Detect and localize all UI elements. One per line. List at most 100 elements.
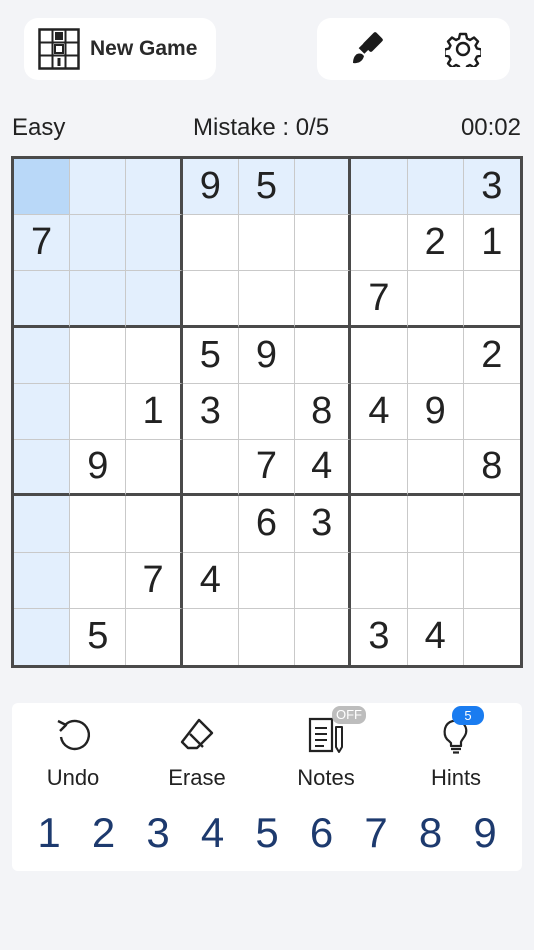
board-cell-r4c2[interactable] (70, 327, 127, 384)
board-cell-r8c5[interactable] (238, 552, 296, 609)
board-cell-r9c4[interactable] (182, 608, 239, 665)
board-cell-r4c5[interactable]: 9 (238, 327, 296, 384)
board-cell-r3c5[interactable] (238, 271, 296, 328)
theme-button[interactable] (349, 31, 385, 67)
board-cell-r2c1[interactable]: 7 (14, 215, 71, 272)
board-cell-r4c1[interactable] (14, 327, 71, 384)
board-cell-r8c3[interactable]: 7 (126, 552, 183, 609)
board-cell-r1c8[interactable] (407, 159, 464, 216)
board-cell-r9c7[interactable]: 3 (351, 608, 408, 665)
board-cell-r3c9[interactable] (463, 271, 520, 328)
board-cell-r1c3[interactable] (126, 159, 183, 216)
board-cell-r5c5[interactable] (238, 383, 296, 441)
board-cell-r4c6[interactable] (295, 327, 352, 384)
board-cell-r5c6[interactable]: 8 (295, 383, 352, 441)
board-cell-r1c4[interactable]: 9 (182, 159, 239, 216)
board-cell-r2c3[interactable] (126, 215, 183, 272)
hints-count-badge: 5 (452, 706, 484, 725)
board-cell-r8c4[interactable]: 4 (182, 552, 239, 609)
number-button-5[interactable]: 5 (240, 805, 294, 861)
board-cell-r1c6[interactable] (295, 159, 352, 216)
board-cell-r6c4[interactable] (182, 440, 239, 497)
board-cell-r5c4[interactable]: 3 (182, 383, 239, 441)
board-cell-r5c1[interactable] (14, 383, 71, 441)
board-cell-r2c7[interactable] (351, 215, 408, 272)
board-cell-r9c3[interactable] (126, 608, 183, 665)
board-cell-r3c2[interactable] (70, 271, 127, 328)
erase-button[interactable]: Erase (142, 715, 252, 795)
board-cell-r3c3[interactable] (126, 271, 183, 328)
board-cell-r9c8[interactable]: 4 (407, 608, 464, 665)
board-cell-r2c2[interactable] (70, 215, 127, 272)
board-cell-r4c7[interactable] (351, 327, 408, 384)
board-cell-r7c9[interactable] (463, 496, 520, 553)
board-cell-r9c1[interactable] (14, 608, 71, 665)
board-cell-r5c3[interactable]: 1 (126, 383, 183, 441)
board-cell-r8c1[interactable] (14, 552, 71, 609)
number-button-7[interactable]: 7 (349, 805, 403, 861)
board-cell-r3c7[interactable]: 7 (351, 271, 408, 328)
board-cell-r7c2[interactable] (70, 496, 127, 553)
board-cell-r6c3[interactable] (126, 440, 183, 497)
board-cell-r3c1[interactable] (14, 271, 71, 328)
board-cell-r6c8[interactable] (407, 440, 464, 497)
board-cell-r7c8[interactable] (407, 496, 464, 553)
board-cell-r8c6[interactable] (295, 552, 352, 609)
board-cell-r6c9[interactable]: 8 (463, 440, 520, 497)
board-cell-r1c1[interactable] (14, 159, 71, 216)
number-button-9[interactable]: 9 (458, 805, 512, 861)
number-button-8[interactable]: 8 (404, 805, 458, 861)
board-cell-r3c8[interactable] (407, 271, 464, 328)
board-cell-r8c7[interactable] (351, 552, 408, 609)
board-cell-r5c9[interactable] (463, 383, 520, 441)
number-button-1[interactable]: 1 (22, 805, 76, 861)
board-cell-r9c9[interactable] (463, 608, 520, 665)
board-cell-r7c1[interactable] (14, 496, 71, 553)
board-cell-r6c7[interactable] (351, 440, 408, 497)
board-cell-r2c9[interactable]: 1 (463, 215, 520, 272)
number-button-2[interactable]: 2 (77, 805, 131, 861)
hints-button[interactable]: 5 Hints (401, 706, 511, 795)
board-cell-r2c4[interactable] (182, 215, 239, 272)
board-cell-r1c7[interactable] (351, 159, 408, 216)
board-cell-r4c4[interactable]: 5 (182, 327, 239, 384)
board-cell-r5c8[interactable]: 9 (407, 383, 464, 441)
board-cell-r6c6[interactable]: 4 (295, 440, 352, 497)
board-cell-r6c2[interactable]: 9 (70, 440, 127, 497)
board-cell-r6c5[interactable]: 7 (238, 440, 296, 497)
number-button-6[interactable]: 6 (295, 805, 349, 861)
board-cell-r1c5[interactable]: 5 (238, 159, 296, 216)
board-cell-r7c7[interactable] (351, 496, 408, 553)
board-cell-r2c5[interactable] (238, 215, 296, 272)
board-cell-r5c2[interactable] (70, 383, 127, 441)
board-cell-r8c9[interactable] (463, 552, 520, 609)
board-cell-r7c5[interactable]: 6 (238, 496, 296, 553)
board-cell-r3c4[interactable] (182, 271, 239, 328)
board-cell-r4c3[interactable] (126, 327, 183, 384)
notes-button[interactable]: OFF Notes (271, 706, 381, 795)
board-cell-r2c8[interactable]: 2 (407, 215, 464, 272)
board-cell-r8c2[interactable] (70, 552, 127, 609)
undo-label: Undo (46, 765, 100, 790)
number-button-4[interactable]: 4 (186, 805, 240, 861)
board-cell-r7c3[interactable] (126, 496, 183, 553)
control-panel: Undo Erase OFF Notes 5 Hints 1 2 3 4 5 6… (12, 703, 522, 871)
board-cell-r9c6[interactable] (295, 608, 352, 665)
board-cell-r1c9[interactable]: 3 (463, 159, 520, 216)
new-game-button[interactable]: New Game (24, 18, 216, 80)
board-cell-r3c6[interactable] (295, 271, 352, 328)
undo-button[interactable]: Undo (18, 715, 128, 795)
board-cell-r9c5[interactable] (238, 608, 296, 665)
board-cell-r2c6[interactable] (295, 215, 352, 272)
board-cell-r7c6[interactable]: 3 (295, 496, 352, 553)
board-cell-r9c2[interactable]: 5 (70, 608, 127, 665)
board-cell-r6c1[interactable] (14, 440, 71, 497)
board-cell-r4c9[interactable]: 2 (463, 327, 520, 384)
board-cell-r5c7[interactable]: 4 (351, 383, 408, 441)
board-cell-r4c8[interactable] (407, 327, 464, 384)
number-button-3[interactable]: 3 (131, 805, 185, 861)
board-cell-r8c8[interactable] (407, 552, 464, 609)
board-cell-r1c2[interactable] (70, 159, 127, 216)
settings-button[interactable] (443, 31, 483, 73)
board-cell-r7c4[interactable] (182, 496, 239, 553)
